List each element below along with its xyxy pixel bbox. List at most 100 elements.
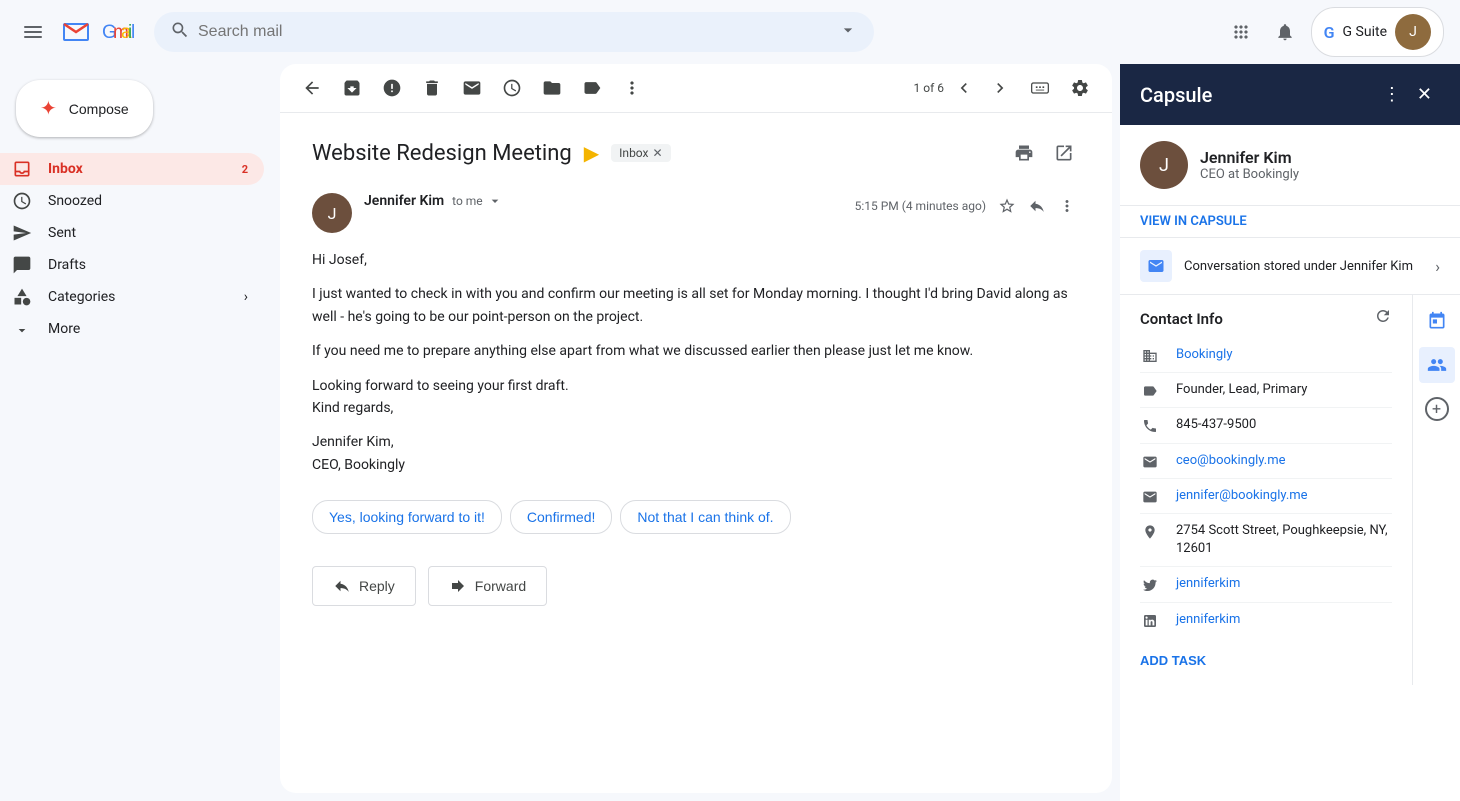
snooze-button[interactable] <box>496 72 528 104</box>
address-icon <box>1140 524 1160 540</box>
sidebar-item-drafts-label: Drafts <box>48 257 86 273</box>
print-button[interactable] <box>1008 137 1040 169</box>
message-body: Hi Josef, I just wanted to check in with… <box>312 249 1080 476</box>
page-info: 1 of 6 <box>914 81 944 95</box>
contact-email2[interactable]: jennifer@bookingly.me <box>1176 487 1308 505</box>
sidebar-item-inbox-label: Inbox <box>48 161 83 177</box>
view-in-capsule-link[interactable]: VIEW IN CAPSULE <box>1120 206 1460 238</box>
email1-icon <box>1140 454 1160 470</box>
capsule-tab-calendar[interactable] <box>1419 303 1455 339</box>
sender-to[interactable]: to me <box>452 193 503 209</box>
subject-actions <box>1008 137 1080 169</box>
sidebar-item-inbox[interactable]: Inbox 2 <box>0 153 264 185</box>
conversation-arrow-icon: › <box>1435 257 1440 276</box>
capsule-contact-row: J Jennifer Kim CEO at Bookingly <box>1120 125 1460 206</box>
label-button[interactable] <box>576 72 608 104</box>
gsuite-label: G Suite <box>1343 24 1387 40</box>
inbox-badge: 2 <box>242 163 248 176</box>
capsule-tab-contacts[interactable] <box>1419 347 1455 383</box>
capsule-contact-name: Jennifer Kim <box>1200 148 1299 167</box>
add-task-button[interactable]: ADD TASK <box>1140 653 1206 668</box>
mark-unread-button[interactable] <box>456 72 488 104</box>
body-para2: If you need me to prepare anything else … <box>312 340 1080 362</box>
add-task-section: ADD TASK <box>1120 637 1412 685</box>
contact-linkedin[interactable]: jenniferkim <box>1176 611 1240 629</box>
email2-icon <box>1140 489 1160 505</box>
capsule-more-button[interactable]: ⋮ <box>1375 80 1409 109</box>
message-timestamp: 5:15 PM (4 minutes ago) <box>855 199 986 213</box>
contact-info-title: Contact Info <box>1140 310 1374 328</box>
inbox-tag-close-icon[interactable]: ✕ <box>652 146 662 160</box>
user-avatar: J <box>1395 14 1431 50</box>
archive-button[interactable] <box>336 72 368 104</box>
forward-button[interactable]: Forward <box>428 566 547 606</box>
topbar-right: G G Suite J <box>1223 7 1444 57</box>
email-store-icon <box>1140 250 1172 282</box>
capsule-contact-title: CEO at Bookingly <box>1200 167 1299 182</box>
svg-text:l: l <box>131 22 135 43</box>
next-email-button[interactable] <box>984 72 1016 104</box>
sidebar-item-more-label: More <box>48 321 80 337</box>
search-dropdown-icon[interactable] <box>838 20 858 44</box>
star-button[interactable] <box>994 193 1020 219</box>
settings-button[interactable] <box>1064 72 1096 104</box>
reply-quick-button[interactable] <box>1024 193 1050 219</box>
contact-address: 2754 Scott Street, Poughkeepsie, NY, 126… <box>1176 522 1392 558</box>
quick-reply-2[interactable]: Confirmed! <box>510 500 612 534</box>
topbar: G m a i l G G Suite J <box>0 0 1460 64</box>
capsule-panel: Capsule ⋮ ✕ J Jennifer Kim CEO at Bookin… <box>1120 64 1460 801</box>
inbox-tag[interactable]: Inbox ✕ <box>611 144 670 162</box>
sidebar-item-categories[interactable]: Categories › <box>0 281 264 313</box>
body-para1: I just wanted to check in with you and c… <box>312 283 1080 328</box>
notifications-button[interactable] <box>1267 14 1303 50</box>
capsule-info-area: Contact Info Bookingly <box>1120 295 1460 685</box>
more-actions-button[interactable] <box>616 72 648 104</box>
compose-button[interactable]: ✦ Compose <box>16 80 153 137</box>
company-name[interactable]: Bookingly <box>1176 346 1232 364</box>
email-area: 1 of 6 Website Redesign Meeting ▶ <box>280 64 1112 793</box>
refresh-button[interactable] <box>1374 307 1392 330</box>
gsuite-badge[interactable]: G G Suite J <box>1311 7 1444 57</box>
quick-reply-3[interactable]: Not that I can think of. <box>620 500 790 534</box>
capsule-contact-avatar: J <box>1140 141 1188 189</box>
back-button[interactable] <box>296 72 328 104</box>
contact-company-row: Bookingly <box>1140 338 1392 373</box>
move-button[interactable] <box>536 72 568 104</box>
gsuite-g-icon: G <box>1324 23 1335 42</box>
more-message-actions-button[interactable] <box>1054 193 1080 219</box>
sidebar-item-drafts[interactable]: Drafts <box>0 249 264 281</box>
reply-button[interactable]: Reply <box>312 566 416 606</box>
forward-label: Forward <box>475 578 526 594</box>
search-input[interactable] <box>198 23 830 41</box>
capsule-tab-add[interactable]: + <box>1419 391 1455 427</box>
capsule-close-button[interactable]: ✕ <box>1409 80 1440 109</box>
email-subject-row: Website Redesign Meeting ▶ Inbox ✕ <box>312 137 1080 169</box>
keyboard-shortcuts-button[interactable] <box>1024 72 1056 104</box>
contact-email1[interactable]: ceo@bookingly.me <box>1176 452 1286 470</box>
hamburger-button[interactable] <box>16 18 50 46</box>
linkedin-icon <box>1140 613 1160 629</box>
report-spam-button[interactable] <box>376 72 408 104</box>
drafts-icon <box>12 255 32 275</box>
sidebar-item-more[interactable]: More <box>0 313 264 345</box>
email-toolbar: 1 of 6 <box>280 64 1112 113</box>
sidebar-item-sent[interactable]: Sent <box>0 217 264 249</box>
contact-twitter[interactable]: jenniferkim <box>1176 575 1240 593</box>
sidebar-item-categories-label: Categories <box>48 289 115 305</box>
contact-info-header: Contact Info <box>1120 295 1412 338</box>
contact-tags: Founder, Lead, Primary <box>1176 381 1307 399</box>
sidebar-item-snoozed[interactable]: Snoozed <box>0 185 264 217</box>
quick-reply-1[interactable]: Yes, looking forward to it! <box>312 500 502 534</box>
contact-info-body: Bookingly Founder, Lead, Primary <box>1120 338 1412 637</box>
capsule-header: Capsule ⋮ ✕ <box>1120 64 1460 125</box>
prev-email-button[interactable] <box>948 72 980 104</box>
more-icon <box>12 319 32 339</box>
contact-tags-row: Founder, Lead, Primary <box>1140 373 1392 408</box>
delete-button[interactable] <box>416 72 448 104</box>
search-icon <box>170 20 190 44</box>
search-bar <box>154 12 874 52</box>
company-icon <box>1140 348 1160 364</box>
open-in-new-window-button[interactable] <box>1048 137 1080 169</box>
compose-plus-icon: ✦ <box>40 96 57 121</box>
apps-button[interactable] <box>1223 14 1259 50</box>
